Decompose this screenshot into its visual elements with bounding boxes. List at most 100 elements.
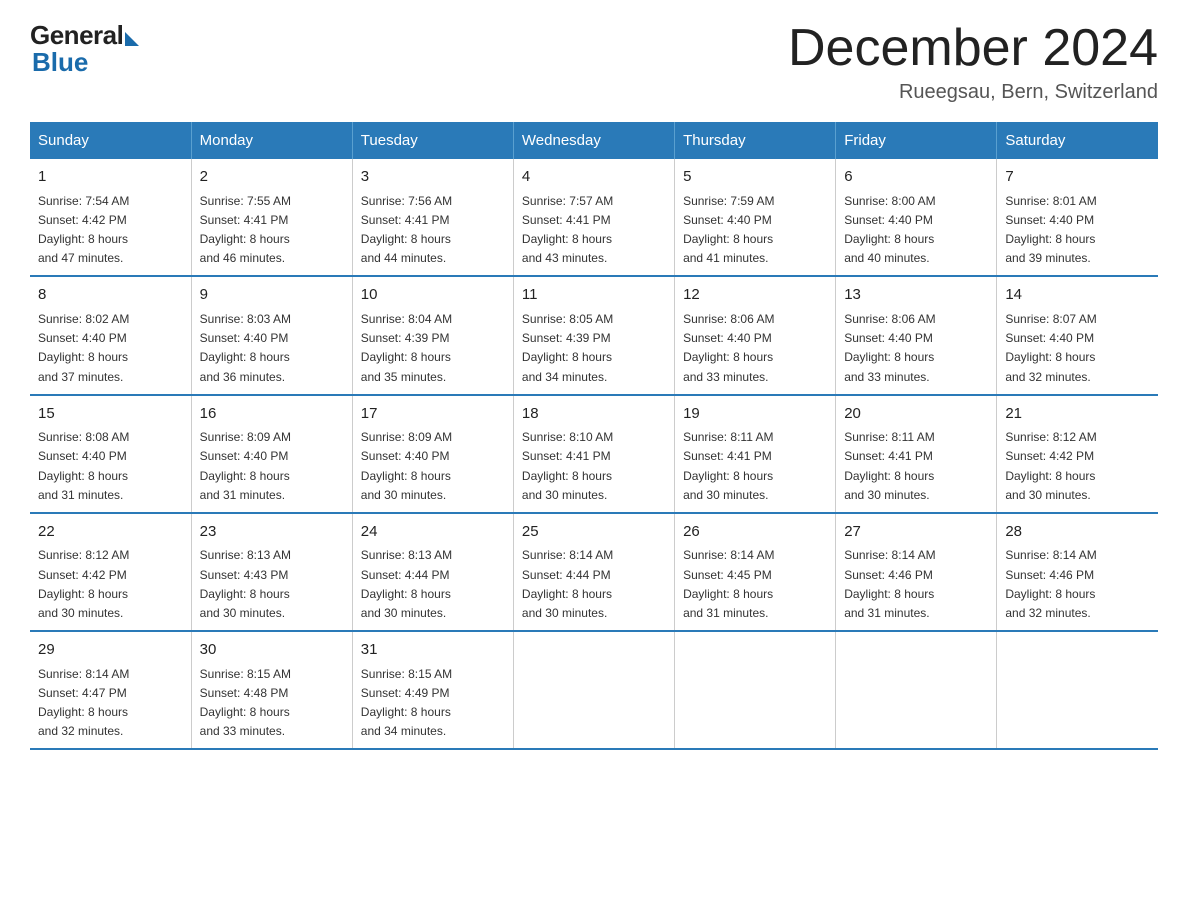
- header-saturday: Saturday: [997, 122, 1158, 159]
- calendar-week-row: 22 Sunrise: 8:12 AMSunset: 4:42 PMDayligh…: [30, 513, 1158, 631]
- day-number: 13: [844, 284, 988, 307]
- calendar-cell: 15 Sunrise: 8:08 AMSunset: 4:40 PMDayligh…: [30, 395, 191, 513]
- calendar-cell: 27 Sunrise: 8:14 AMSunset: 4:46 PMDayligh…: [836, 513, 997, 631]
- calendar-cell: 4 Sunrise: 7:57 AMSunset: 4:41 PMDaylight…: [513, 159, 674, 276]
- day-number: 16: [200, 403, 344, 426]
- day-info: Sunrise: 7:56 AMSunset: 4:41 PMDaylight:…: [361, 194, 452, 266]
- calendar-cell: [675, 631, 836, 749]
- day-number: 28: [1005, 521, 1150, 544]
- day-info: Sunrise: 8:13 AMSunset: 4:44 PMDaylight:…: [361, 548, 452, 620]
- day-number: 14: [1005, 284, 1150, 307]
- header-wednesday: Wednesday: [513, 122, 674, 159]
- day-info: Sunrise: 8:15 AMSunset: 4:48 PMDaylight:…: [200, 667, 291, 739]
- calendar-cell: 28 Sunrise: 8:14 AMSunset: 4:46 PMDayligh…: [997, 513, 1158, 631]
- day-number: 3: [361, 166, 505, 189]
- header-tuesday: Tuesday: [352, 122, 513, 159]
- day-info: Sunrise: 8:14 AMSunset: 4:47 PMDaylight:…: [38, 667, 129, 739]
- day-info: Sunrise: 8:14 AMSunset: 4:46 PMDaylight:…: [1005, 548, 1096, 620]
- day-number: 15: [38, 403, 183, 426]
- day-info: Sunrise: 8:12 AMSunset: 4:42 PMDaylight:…: [1005, 430, 1096, 502]
- calendar-cell: 19Sunrise: 8:11 AMSunset: 4:41 PMDayligh…: [675, 395, 836, 513]
- calendar-cell: 31 Sunrise: 8:15 AMSunset: 4:49 PMDayligh…: [352, 631, 513, 749]
- day-info: Sunrise: 8:11 AMSunset: 4:41 PMDaylight:…: [844, 430, 935, 502]
- day-number: 2: [200, 166, 344, 189]
- day-number: 5: [683, 166, 827, 189]
- day-info: Sunrise: 8:01 AMSunset: 4:40 PMDaylight:…: [1005, 194, 1096, 266]
- calendar-cell: 10Sunrise: 8:04 AMSunset: 4:39 PMDayligh…: [352, 276, 513, 394]
- logo-blue-text: Blue: [30, 47, 88, 78]
- day-number: 27: [844, 521, 988, 544]
- day-number: 20: [844, 403, 988, 426]
- day-number: 4: [522, 166, 666, 189]
- day-info: Sunrise: 8:05 AMSunset: 4:39 PMDaylight:…: [522, 312, 613, 384]
- day-info: Sunrise: 8:14 AMSunset: 4:46 PMDaylight:…: [844, 548, 935, 620]
- day-info: Sunrise: 8:02 AMSunset: 4:40 PMDaylight:…: [38, 312, 129, 384]
- calendar-table: SundayMondayTuesdayWednesdayThursdayFrid…: [30, 122, 1158, 750]
- location-subtitle: Rueegsau, Bern, Switzerland: [788, 81, 1158, 104]
- calendar-cell: 9Sunrise: 8:03 AMSunset: 4:40 PMDaylight…: [191, 276, 352, 394]
- day-number: 19: [683, 403, 827, 426]
- calendar-cell: 21 Sunrise: 8:12 AMSunset: 4:42 PMDayligh…: [997, 395, 1158, 513]
- day-number: 22: [38, 521, 183, 544]
- day-number: 23: [200, 521, 344, 544]
- day-number: 17: [361, 403, 505, 426]
- calendar-cell: [513, 631, 674, 749]
- day-number: 29: [38, 639, 183, 662]
- title-section: December 2024 Rueegsau, Bern, Switzerlan…: [788, 20, 1158, 104]
- day-info: Sunrise: 8:12 AMSunset: 4:42 PMDaylight:…: [38, 548, 129, 620]
- calendar-week-row: 8 Sunrise: 8:02 AMSunset: 4:40 PMDaylight…: [30, 276, 1158, 394]
- day-info: Sunrise: 8:13 AMSunset: 4:43 PMDaylight:…: [200, 548, 291, 620]
- day-number: 8: [38, 284, 183, 307]
- day-info: Sunrise: 7:59 AMSunset: 4:40 PMDaylight:…: [683, 194, 774, 266]
- calendar-cell: [836, 631, 997, 749]
- page-header: General Blue December 2024 Rueegsau, Ber…: [30, 20, 1158, 104]
- day-number: 31: [361, 639, 505, 662]
- calendar-cell: 26 Sunrise: 8:14 AMSunset: 4:45 PMDayligh…: [675, 513, 836, 631]
- day-info: Sunrise: 8:00 AMSunset: 4:40 PMDaylight:…: [844, 194, 935, 266]
- calendar-cell: 6 Sunrise: 8:00 AMSunset: 4:40 PMDaylight…: [836, 159, 997, 276]
- calendar-cell: 25Sunrise: 8:14 AMSunset: 4:44 PMDayligh…: [513, 513, 674, 631]
- day-number: 21: [1005, 403, 1150, 426]
- day-number: 24: [361, 521, 505, 544]
- day-number: 26: [683, 521, 827, 544]
- calendar-cell: 22 Sunrise: 8:12 AMSunset: 4:42 PMDayligh…: [30, 513, 191, 631]
- day-info: Sunrise: 8:03 AMSunset: 4:40 PMDaylight:…: [200, 312, 291, 384]
- day-info: Sunrise: 8:15 AMSunset: 4:49 PMDaylight:…: [361, 667, 452, 739]
- calendar-cell: 8 Sunrise: 8:02 AMSunset: 4:40 PMDaylight…: [30, 276, 191, 394]
- calendar-cell: 17Sunrise: 8:09 AMSunset: 4:40 PMDayligh…: [352, 395, 513, 513]
- calendar-week-row: 1 Sunrise: 7:54 AMSunset: 4:42 PMDaylight…: [30, 159, 1158, 276]
- day-info: Sunrise: 8:06 AMSunset: 4:40 PMDaylight:…: [683, 312, 774, 384]
- logo: General Blue: [30, 20, 139, 78]
- calendar-cell: 7 Sunrise: 8:01 AMSunset: 4:40 PMDaylight…: [997, 159, 1158, 276]
- calendar-week-row: 29 Sunrise: 8:14 AMSunset: 4:47 PMDayligh…: [30, 631, 1158, 749]
- calendar-cell: 16 Sunrise: 8:09 AMSunset: 4:40 PMDayligh…: [191, 395, 352, 513]
- day-info: Sunrise: 8:06 AMSunset: 4:40 PMDaylight:…: [844, 312, 935, 384]
- calendar-cell: 1 Sunrise: 7:54 AMSunset: 4:42 PMDaylight…: [30, 159, 191, 276]
- header-monday: Monday: [191, 122, 352, 159]
- day-info: Sunrise: 8:14 AMSunset: 4:45 PMDaylight:…: [683, 548, 774, 620]
- header-thursday: Thursday: [675, 122, 836, 159]
- header-friday: Friday: [836, 122, 997, 159]
- calendar-cell: 3 Sunrise: 7:56 AMSunset: 4:41 PMDaylight…: [352, 159, 513, 276]
- calendar-week-row: 15 Sunrise: 8:08 AMSunset: 4:40 PMDayligh…: [30, 395, 1158, 513]
- day-number: 30: [200, 639, 344, 662]
- day-number: 25: [522, 521, 666, 544]
- day-number: 7: [1005, 166, 1150, 189]
- calendar-cell: 5 Sunrise: 7:59 AMSunset: 4:40 PMDaylight…: [675, 159, 836, 276]
- calendar-cell: [997, 631, 1158, 749]
- day-info: Sunrise: 7:57 AMSunset: 4:41 PMDaylight:…: [522, 194, 613, 266]
- logo-arrow-icon: [125, 32, 139, 46]
- day-number: 6: [844, 166, 988, 189]
- calendar-cell: 30 Sunrise: 8:15 AMSunset: 4:48 PMDayligh…: [191, 631, 352, 749]
- day-number: 1: [38, 166, 183, 189]
- day-info: Sunrise: 7:54 AMSunset: 4:42 PMDaylight:…: [38, 194, 129, 266]
- day-info: Sunrise: 8:08 AMSunset: 4:40 PMDaylight:…: [38, 430, 129, 502]
- day-info: Sunrise: 8:09 AMSunset: 4:40 PMDaylight:…: [200, 430, 291, 502]
- calendar-cell: 18Sunrise: 8:10 AMSunset: 4:41 PMDayligh…: [513, 395, 674, 513]
- calendar-header-row: SundayMondayTuesdayWednesdayThursdayFrid…: [30, 122, 1158, 159]
- calendar-cell: 2 Sunrise: 7:55 AMSunset: 4:41 PMDaylight…: [191, 159, 352, 276]
- day-info: Sunrise: 8:04 AMSunset: 4:39 PMDaylight:…: [361, 312, 452, 384]
- day-number: 12: [683, 284, 827, 307]
- month-title: December 2024: [788, 20, 1158, 77]
- day-info: Sunrise: 7:55 AMSunset: 4:41 PMDaylight:…: [200, 194, 291, 266]
